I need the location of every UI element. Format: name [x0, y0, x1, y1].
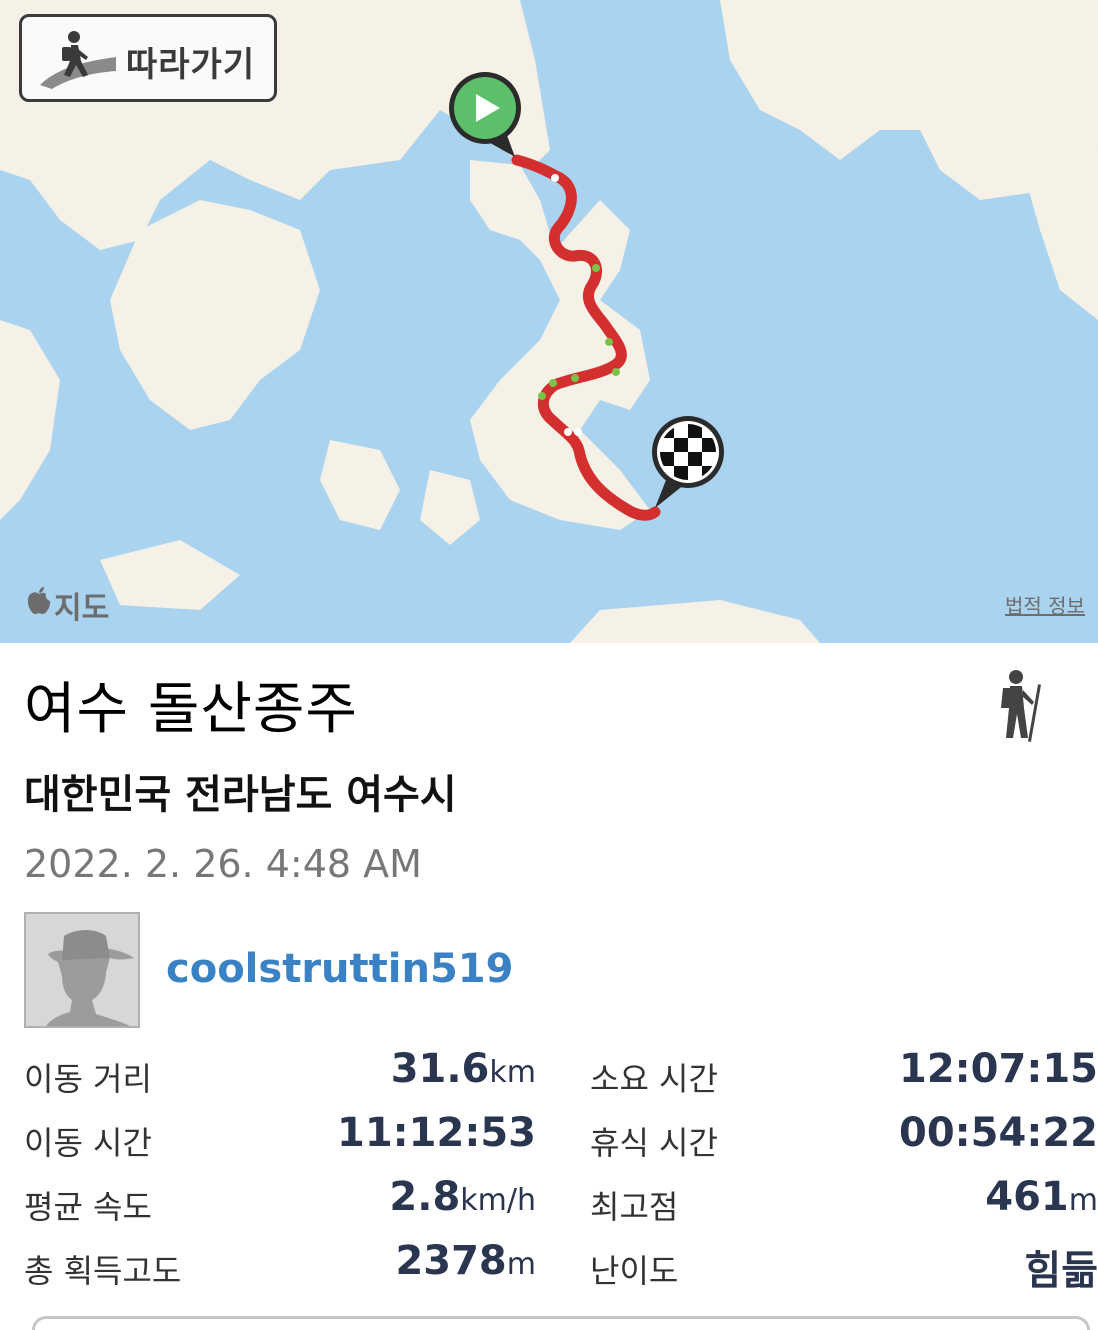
hiker-on-path-icon [38, 27, 118, 97]
bottom-card-edge [32, 1316, 1090, 1330]
route-waypoint [551, 174, 559, 182]
stat-value-total-ascent: 2378m [395, 1238, 536, 1284]
stat-value-max-elevation: 461m [985, 1174, 1098, 1220]
stat-value-difficulty: 힘듦 [1024, 1248, 1098, 1294]
route-waypoint [592, 264, 600, 272]
stat-label-avg-speed: 평균 속도 [24, 1188, 152, 1226]
stat-label-total-time: 소요 시간 [590, 1060, 718, 1098]
route-map[interactable]: 따라가기 지도 법적 정보 [0, 0, 1098, 643]
hiking-icon [992, 668, 1048, 746]
stat-label-difficulty: 난이도 [590, 1252, 679, 1290]
username-link[interactable]: coolstruttin519 [166, 946, 513, 992]
stat-label-total-ascent: 총 획득고도 [24, 1252, 182, 1290]
route-waypoint [612, 368, 620, 376]
stat-label-distance: 이동 거리 [24, 1060, 152, 1098]
map-brand: 지도 [26, 583, 109, 627]
legal-info-link[interactable]: 법적 정보 [1005, 590, 1085, 619]
stat-label-rest-time: 휴식 시간 [590, 1124, 718, 1162]
route-waypoint [574, 428, 582, 436]
activity-region: 대한민국 전라남도 여수시 [24, 772, 457, 818]
stat-value-rest-time: 00:54:22 [899, 1110, 1098, 1156]
route-waypoint [605, 338, 613, 346]
activity-datetime: 2022. 2. 26. 4:48 AM [24, 842, 422, 886]
map-brand-label: 지도 [54, 591, 110, 626]
stat-value-distance: 31.6km [390, 1046, 536, 1092]
route-waypoint [564, 428, 572, 436]
avatar[interactable] [24, 912, 140, 1028]
stat-value-avg-speed: 2.8km/h [389, 1174, 536, 1220]
default-avatar-icon [26, 914, 138, 1026]
stat-value-total-time: 12:07:15 [899, 1046, 1098, 1092]
follow-button[interactable]: 따라가기 [19, 14, 277, 102]
route-waypoint [538, 392, 546, 400]
apple-logo-icon [26, 586, 52, 624]
stat-value-moving-time: 11:12:53 [337, 1110, 536, 1156]
follow-button-label: 따라가기 [126, 45, 256, 85]
activity-title: 여수 돌산종주 [24, 677, 358, 742]
route-waypoint [571, 374, 579, 382]
stat-label-max-elevation: 최고점 [590, 1188, 679, 1226]
stat-label-moving-time: 이동 시간 [24, 1124, 152, 1162]
route-waypoint [549, 379, 557, 387]
